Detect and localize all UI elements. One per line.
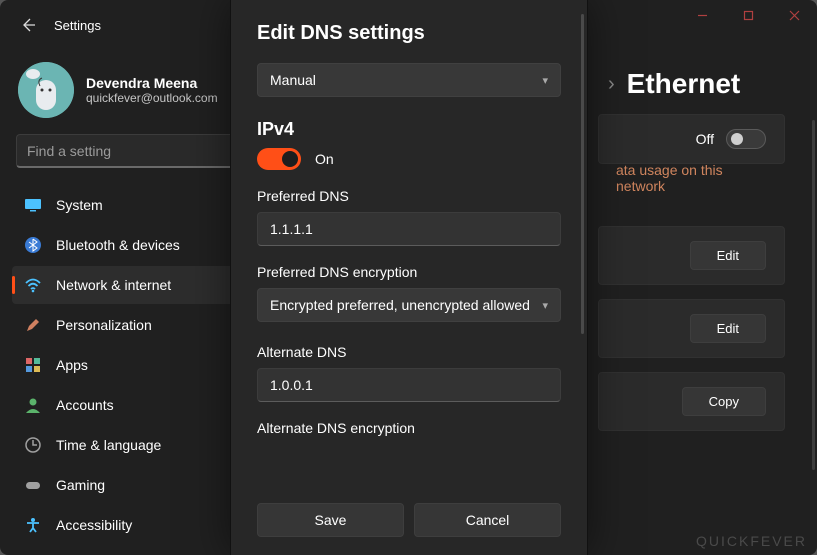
alternate-dns-input[interactable]: 1.0.0.1: [257, 368, 561, 402]
window-title: Settings: [54, 18, 101, 33]
metered-toggle[interactable]: Off: [696, 129, 766, 149]
main-scrollbar[interactable]: [812, 120, 815, 470]
toggle-label: Off: [696, 131, 714, 147]
profile-email: quickfever@outlook.com: [86, 91, 218, 105]
nav-label: Accessibility: [56, 517, 132, 533]
wifi-icon: [24, 276, 42, 294]
copy-button[interactable]: Copy: [682, 387, 766, 416]
chevron-down-icon: ▾: [542, 299, 548, 312]
paintbrush-icon: [24, 316, 42, 334]
chevron-down-icon: ▾: [542, 74, 548, 87]
nav-label: Apps: [56, 357, 88, 373]
dialog-title: Edit DNS settings: [257, 22, 561, 45]
nav-item-time-language[interactable]: Time & language: [12, 426, 244, 464]
nav-label: Bluetooth & devices: [56, 237, 180, 253]
sidebar: Devendra Meena quickfever@outlook.com Fi…: [0, 50, 248, 555]
minimize-button[interactable]: [679, 0, 725, 30]
nav-item-accessibility[interactable]: Accessibility: [12, 506, 244, 544]
page-title: Ethernet: [627, 68, 741, 100]
watermark: QUICKFEVER: [696, 533, 807, 549]
dialog-footer: Save Cancel: [231, 489, 587, 555]
edit-dns-dialog: Edit DNS settings Manual ▾ IPv4 On Prefe…: [230, 0, 588, 555]
arrow-left-icon: [20, 17, 36, 33]
nav-label: Network & internet: [56, 277, 171, 293]
preferred-dns-encryption-label: Preferred DNS encryption: [257, 264, 561, 280]
save-button[interactable]: Save: [257, 503, 404, 537]
nav-item-accounts[interactable]: Accounts: [12, 386, 244, 424]
search-input[interactable]: Find a setting: [16, 134, 238, 168]
dialog-content: Edit DNS settings Manual ▾ IPv4 On Prefe…: [231, 0, 587, 489]
profile-name: Devendra Meena: [86, 75, 218, 91]
edit-button-1[interactable]: Edit: [690, 241, 766, 270]
profile-block[interactable]: Devendra Meena quickfever@outlook.com: [12, 58, 244, 134]
settings-window: Settings: [0, 0, 817, 555]
search-placeholder: Find a setting: [27, 143, 111, 159]
nav-label: Personalization: [56, 317, 152, 333]
accessibility-icon: [24, 516, 42, 534]
nav-item-gaming[interactable]: Gaming: [12, 466, 244, 504]
setting-row-1: Edit: [598, 226, 785, 285]
window-controls: [679, 0, 817, 30]
preferred-dns-input[interactable]: 1.1.1.1: [257, 212, 561, 246]
monitor-icon: [24, 196, 42, 214]
data-usage-link[interactable]: ata usage on this network: [598, 158, 785, 212]
nav-item-apps[interactable]: Apps: [12, 346, 244, 384]
select-value: Encrypted preferred, unencrypted allowed: [270, 297, 530, 313]
ipv4-toggle[interactable]: On: [257, 148, 561, 170]
bluetooth-icon: [24, 236, 42, 254]
clock-globe-icon: [24, 436, 42, 454]
person-icon: [24, 396, 42, 414]
metered-row: Off: [598, 114, 785, 164]
nav-label: Time & language: [56, 437, 161, 453]
toggle-label: On: [315, 151, 334, 167]
nav-list: System Bluetooth & devices Network & int…: [12, 186, 244, 544]
apps-icon: [24, 356, 42, 374]
nav-item-system[interactable]: System: [12, 186, 244, 224]
nav-label: System: [56, 197, 103, 213]
setting-row-2: Edit: [598, 299, 785, 358]
preferred-dns-encryption-select[interactable]: Encrypted preferred, unencrypted allowed…: [257, 288, 561, 322]
setting-row-3: Copy: [598, 372, 785, 431]
nav-item-bluetooth[interactable]: Bluetooth & devices: [12, 226, 244, 264]
maximize-button[interactable]: [725, 0, 771, 30]
nav-item-personalization[interactable]: Personalization: [12, 306, 244, 344]
nav-item-network[interactable]: Network & internet: [12, 266, 244, 304]
dialog-scrollbar[interactable]: [581, 14, 584, 334]
back-button[interactable]: [18, 15, 38, 35]
alternate-dns-encryption-label: Alternate DNS encryption: [257, 420, 561, 436]
cancel-button[interactable]: Cancel: [414, 503, 561, 537]
alternate-dns-label: Alternate DNS: [257, 344, 561, 360]
close-button[interactable]: [771, 0, 817, 30]
edit-button-2[interactable]: Edit: [690, 314, 766, 343]
preferred-dns-label: Preferred DNS: [257, 188, 561, 204]
nav-label: Gaming: [56, 477, 105, 493]
gamepad-icon: [24, 476, 42, 494]
chevron-right-icon: ›: [608, 73, 615, 96]
dns-mode-select[interactable]: Manual ▾: [257, 63, 561, 97]
nav-label: Accounts: [56, 397, 114, 413]
avatar: [18, 62, 74, 118]
select-value: Manual: [270, 72, 316, 88]
ipv4-heading: IPv4: [257, 119, 561, 140]
